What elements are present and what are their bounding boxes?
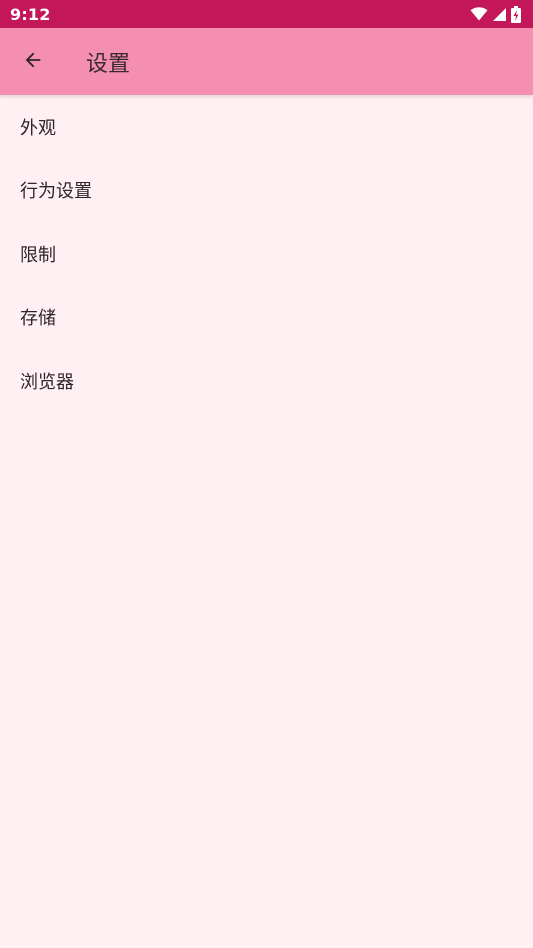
back-button[interactable] [13, 42, 53, 82]
settings-item-storage[interactable]: 存储 [0, 286, 533, 350]
app-bar: 设置 [0, 28, 533, 95]
settings-item-appearance[interactable]: 外观 [0, 95, 533, 159]
settings-item-restrictions[interactable]: 限制 [0, 222, 533, 286]
cellular-signal-icon [492, 7, 507, 22]
status-icons [470, 5, 521, 23]
settings-item-label: 行为设置 [20, 181, 92, 203]
status-time: 9:12 [10, 4, 51, 24]
settings-item-browser[interactable]: 浏览器 [0, 349, 533, 413]
settings-list: 外观 行为设置 限制 存储 浏览器 [0, 95, 533, 413]
status-bar: 9:12 [0, 0, 533, 28]
settings-item-label: 存储 [20, 308, 56, 330]
settings-item-label: 限制 [20, 244, 56, 266]
arrow-left-icon [22, 49, 44, 75]
wifi-icon [470, 6, 488, 22]
settings-item-label: 浏览器 [20, 371, 74, 393]
battery-charging-icon [511, 5, 521, 23]
settings-item-label: 外观 [20, 117, 56, 139]
settings-item-behavior[interactable]: 行为设置 [0, 159, 533, 223]
page-title: 设置 [86, 51, 131, 77]
